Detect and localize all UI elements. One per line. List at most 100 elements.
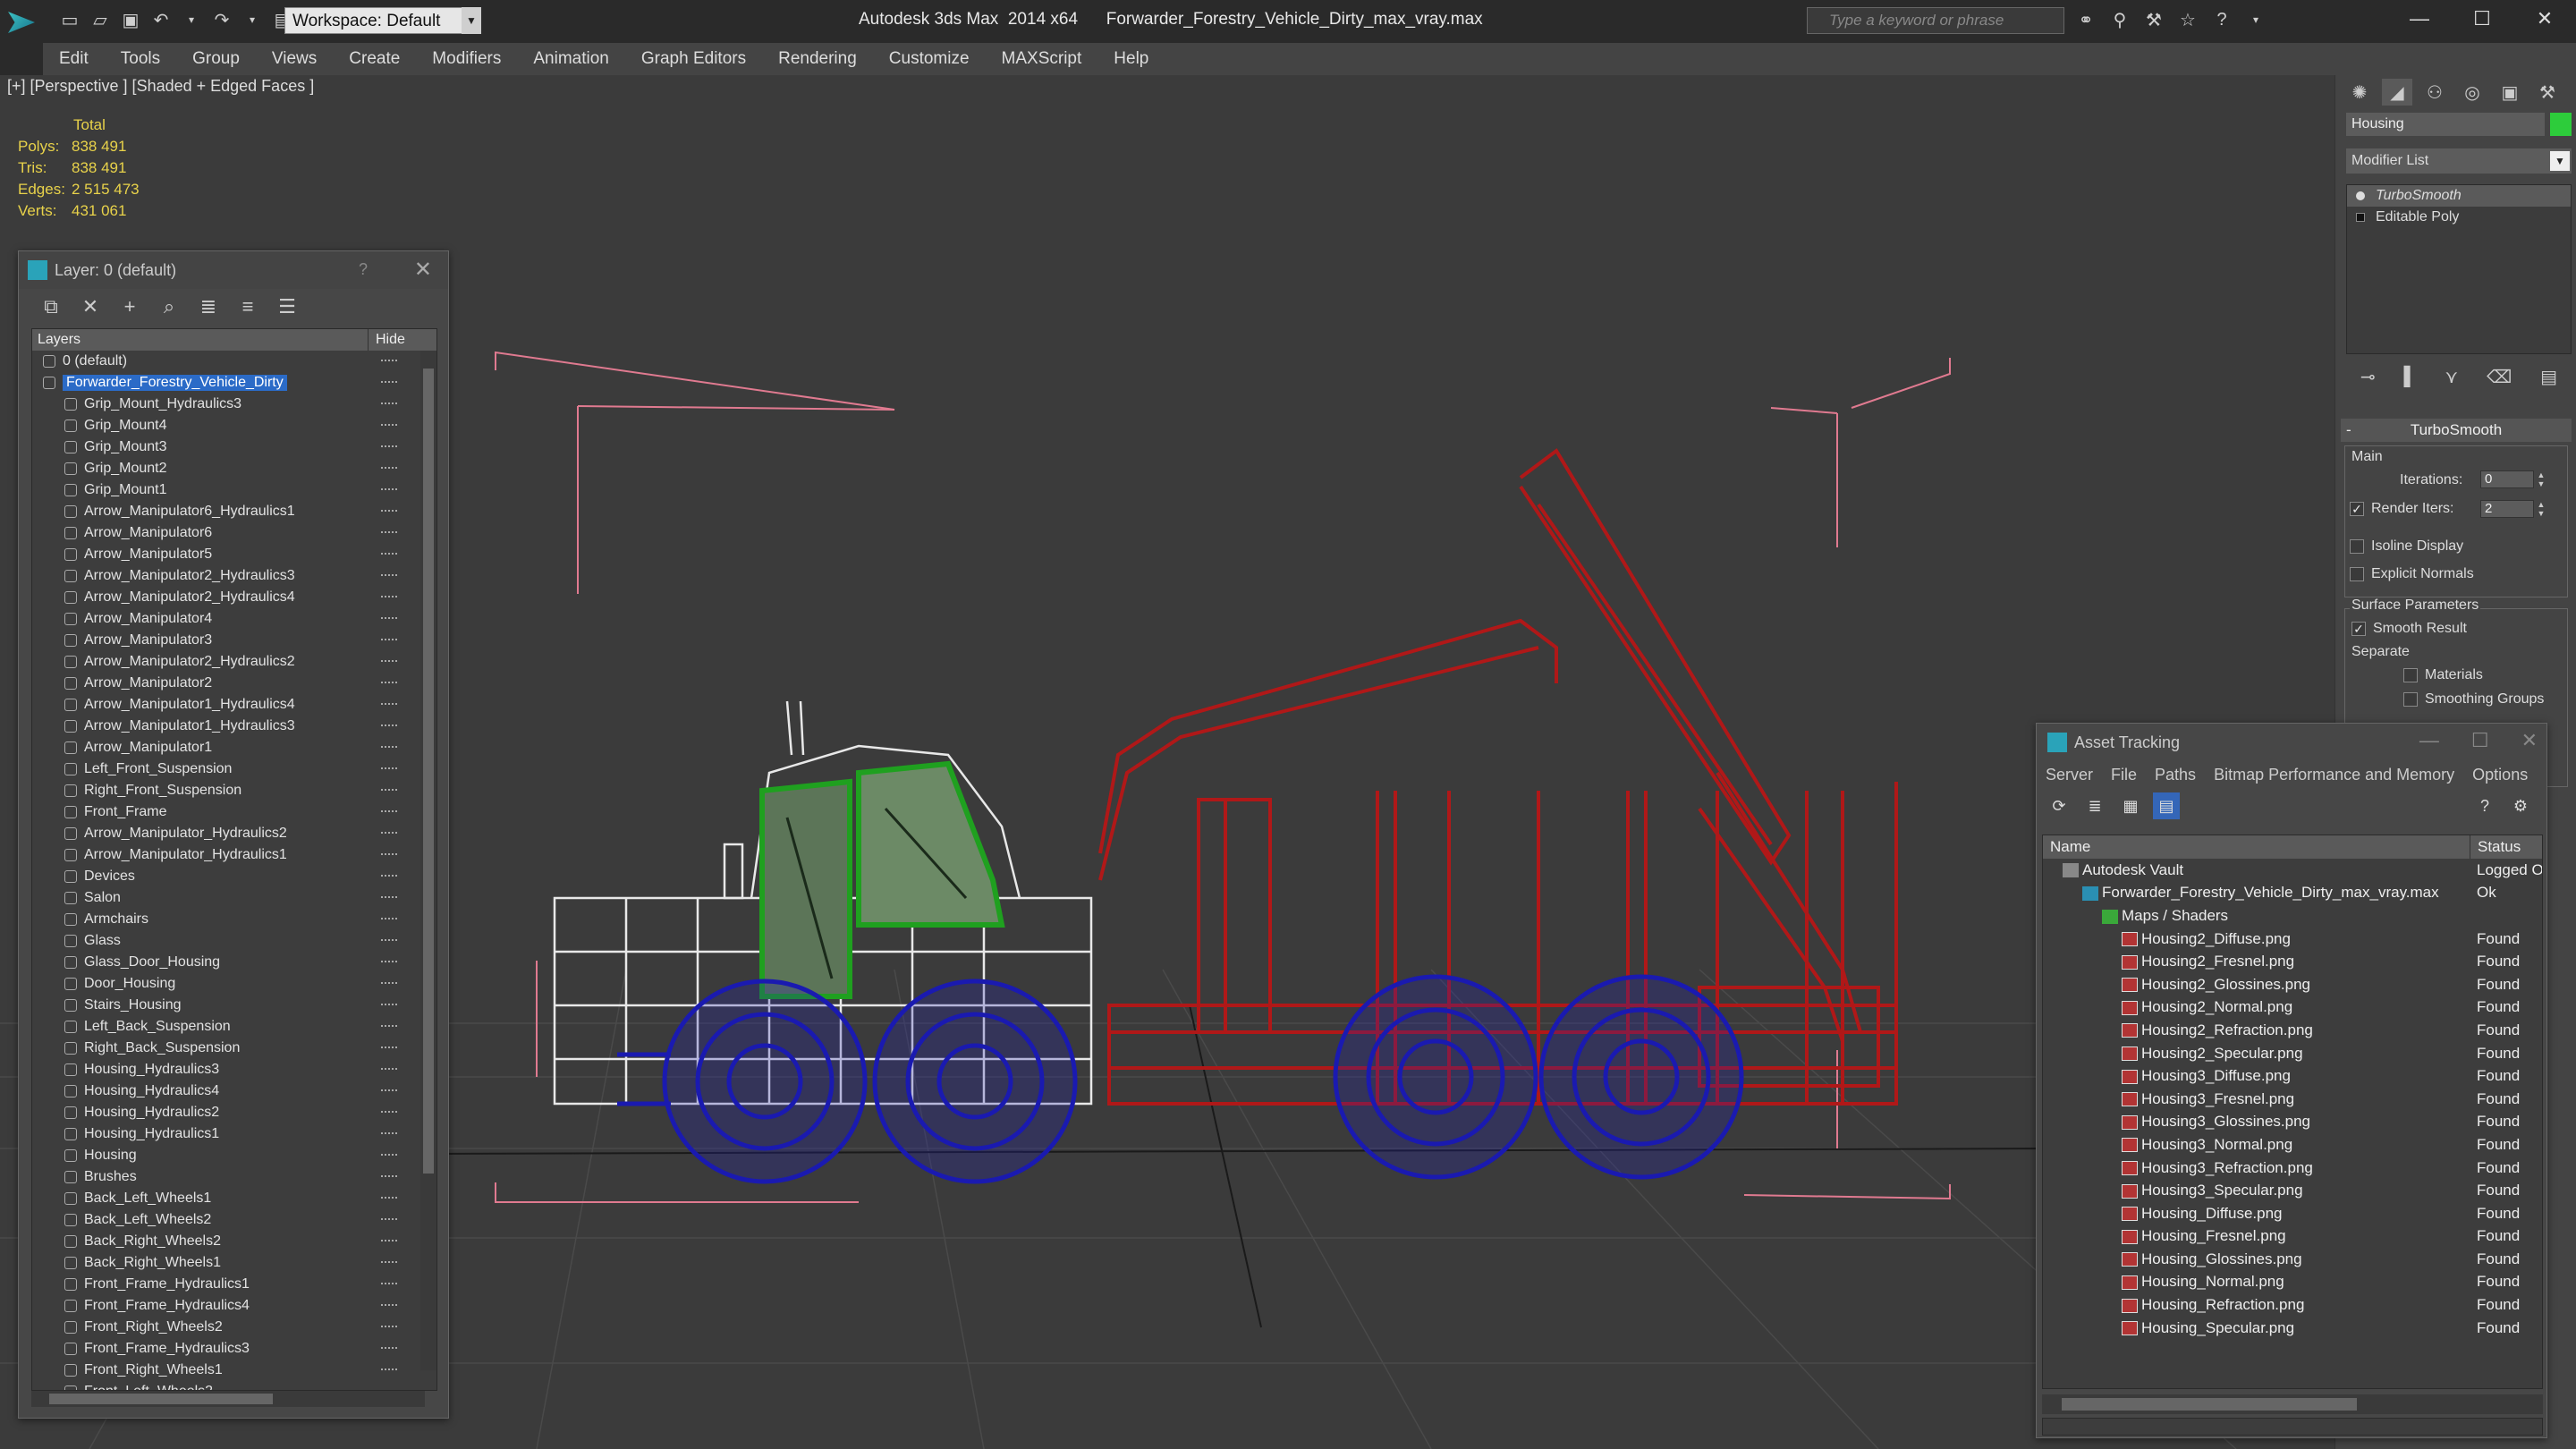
col-status[interactable]: Status [2470,835,2521,859]
asset-row[interactable]: Housing2_Normal.png Found [2043,996,2542,1020]
layer-row[interactable]: Armchairs [32,909,436,930]
minimize-icon[interactable]: — [2419,729,2439,752]
show-end-result-icon[interactable]: ▌ [2404,367,2417,387]
layer-row[interactable]: Back_Right_Wheels1 [32,1252,436,1274]
hide-toggle[interactable] [381,1368,397,1372]
menu-edit[interactable]: Edit [43,43,105,75]
layer-row[interactable]: Grip_Mount1 [32,479,436,501]
hide-toggle[interactable] [381,1261,397,1265]
layer-row[interactable]: Arrow_Manipulator3 [32,630,436,651]
hide-toggle[interactable] [381,660,397,664]
hide-toggle[interactable] [381,1197,397,1200]
viewport-label[interactable]: [+] [Perspective ] [Shaded + Edged Faces… [7,75,314,97]
add-to-layer-icon[interactable]: + [117,295,142,318]
stack-item-turbosmooth[interactable]: TurboSmooth [2347,185,2571,207]
communication-icon[interactable]: ⚒ [2141,7,2166,32]
hide-toggle[interactable] [381,1283,397,1286]
hide-toggle[interactable] [381,724,397,728]
undo-dropdown-icon[interactable]: ▾ [179,7,204,32]
scroll-thumb[interactable] [423,369,434,1174]
redo-icon[interactable]: ↷ [209,7,234,32]
layer-row[interactable]: Front_Right_Wheels2 [32,1317,436,1338]
select-in-layer-icon[interactable]: ⌕ [157,295,182,318]
layer-row[interactable]: Grip_Mount_Hydraulics3 [32,394,436,415]
menu-tools[interactable]: Tools [105,43,176,75]
hide-toggle[interactable] [381,639,397,642]
hide-toggle[interactable] [381,1132,397,1136]
asset-row[interactable]: Housing2_Refraction.png Found [2043,1019,2542,1042]
asset-menu-file[interactable]: File [2111,761,2137,788]
asset-row[interactable]: Housing2_Diffuse.png Found [2043,928,2542,951]
layer-row[interactable]: Glass [32,930,436,952]
hide-toggle[interactable] [381,1326,397,1329]
hide-toggle[interactable] [381,1240,397,1243]
asset-row[interactable]: Housing_Specular.png Found [2043,1317,2542,1340]
layer-row[interactable]: Stairs_Housing [32,995,436,1016]
layer-vertical-scrollbar[interactable] [420,351,436,1370]
hide-toggle[interactable] [381,703,397,707]
asset-row[interactable]: Forwarder_Forestry_Vehicle_Dirty_max_vra… [2043,882,2542,905]
layer-row[interactable]: Forwarder_Forestry_Vehicle_Dirty [32,372,436,394]
hide-toggle[interactable] [381,1175,397,1179]
hide-toggle[interactable] [381,789,397,792]
hide-toggle[interactable] [381,402,397,406]
layer-row[interactable]: Housing_Hydraulics4 [32,1080,436,1102]
hide-all-layers-icon[interactable]: ≡ [235,295,260,318]
asset-row[interactable]: Housing2_Glossines.png Found [2043,973,2542,996]
asset-row[interactable]: Housing3_Diffuse.png Found [2043,1064,2542,1088]
hide-toggle[interactable] [381,1046,397,1050]
modifier-stack[interactable]: TurboSmooth Editable Poly [2346,184,2572,354]
smoothing-groups-checkbox[interactable] [2403,692,2418,707]
search-input[interactable]: Type a keyword or phrase [1807,7,2064,34]
close-icon[interactable]: ✕ [2513,0,2576,38]
new-file-icon[interactable]: ▭ [57,7,82,32]
layer-row[interactable]: Left_Front_Suspension [32,758,436,780]
layer-dialog-header[interactable]: Layer: 0 (default) [19,251,448,289]
highlight-layer-icon[interactable]: ≣ [196,295,221,318]
asset-row[interactable]: Housing3_Refraction.png Found [2043,1157,2542,1180]
subscription-icon[interactable]: ⚲ [2107,7,2132,32]
layer-row[interactable]: Arrow_Manipulator_Hydraulics1 [32,844,436,866]
maximize-icon[interactable]: ☐ [2471,729,2489,752]
hide-toggle[interactable] [381,832,397,835]
spinner-arrows-icon[interactable]: ▲ ▼ [2536,470,2546,488]
collapse-icon[interactable]: - [2346,419,2351,442]
hide-toggle[interactable] [381,918,397,921]
menu-views[interactable]: Views [256,43,333,75]
hide-toggle[interactable] [381,1347,397,1351]
maximize-icon[interactable]: ☐ [2451,0,2513,38]
binoculars-icon[interactable]: ⚭ [2073,7,2098,32]
layer-row[interactable]: Front_Right_Wheels1 [32,1360,436,1381]
layer-row[interactable]: Grip_Mount4 [32,415,436,436]
menu-animation[interactable]: Animation [517,43,625,75]
menu-modifiers[interactable]: Modifiers [416,43,517,75]
hide-toggle[interactable] [381,939,397,943]
minimize-icon[interactable]: — [2388,0,2451,38]
hide-toggle[interactable] [381,574,397,578]
layer-row[interactable]: Arrow_Manipulator6 [32,522,436,544]
asset-row[interactable]: Housing_Glossines.png Found [2043,1248,2542,1271]
layer-row[interactable]: Salon [32,887,436,909]
layer-row[interactable]: Back_Left_Wheels2 [32,1209,436,1231]
layer-row[interactable]: Front_Frame [32,801,436,823]
layer-row[interactable]: Housing_Hydraulics1 [32,1123,436,1145]
layer-row[interactable]: Grip_Mount3 [32,436,436,458]
layer-row[interactable]: Front_Frame_Hydraulics4 [32,1295,436,1317]
layer-row[interactable]: Front_Frame_Hydraulics1 [32,1274,436,1295]
hide-toggle[interactable] [381,531,397,535]
layer-row[interactable]: Right_Front_Suspension [32,780,436,801]
layer-row[interactable]: Front_Frame_Hydraulics3 [32,1338,436,1360]
layer-row[interactable]: Glass_Door_Housing [32,952,436,973]
layer-row[interactable]: Arrow_Manipulator4 [32,608,436,630]
menu-graph-editors[interactable]: Graph Editors [625,43,762,75]
render-iters-spinner[interactable]: 2 [2480,500,2534,518]
asset-row[interactable]: Housing3_Specular.png Found [2043,1179,2542,1202]
help-icon[interactable]: ? [359,260,368,279]
layer-row[interactable]: Right_Back_Suspension [32,1038,436,1059]
chevron-down-icon[interactable]: ▼ [2550,151,2570,171]
open-file-icon[interactable]: ▱ [88,7,113,32]
remove-modifier-icon[interactable]: ⌫ [2487,366,2512,388]
motion-tab-icon[interactable]: ◎ [2457,79,2487,106]
turbosmooth-rollout-header[interactable]: - TurboSmooth [2341,419,2572,442]
list-view-icon[interactable]: ≣ [2081,792,2108,819]
